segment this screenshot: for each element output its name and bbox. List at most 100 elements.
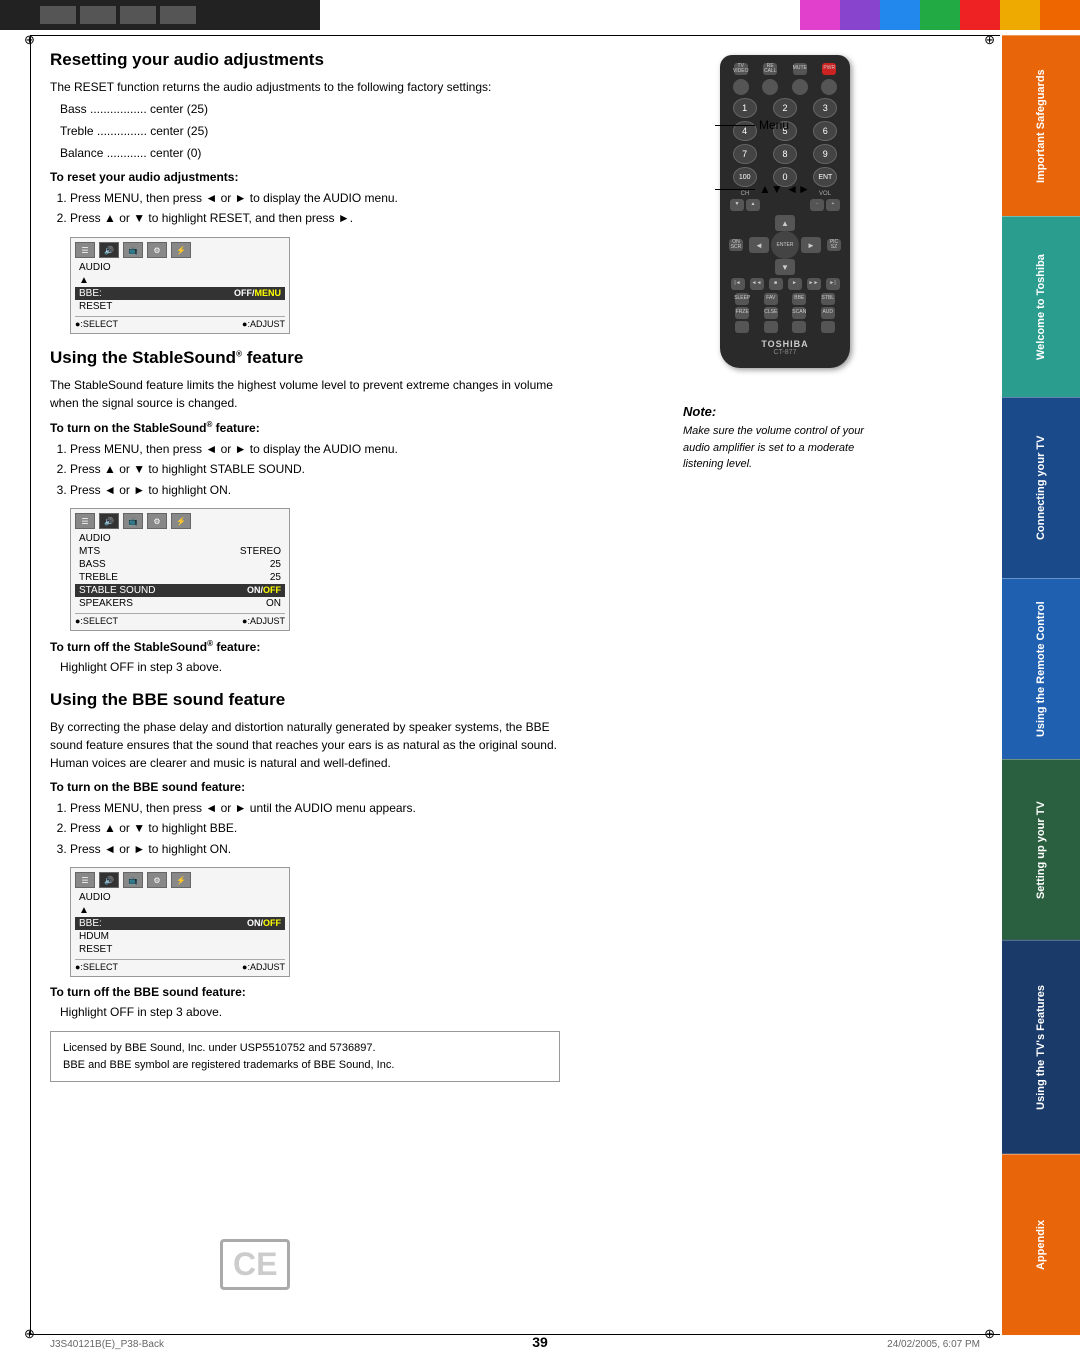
remote-btn-recall: RECALL: [763, 63, 777, 75]
remote-extra-row1: SLEEP FAV BBE STBL: [728, 293, 842, 305]
licensed-line2: BBE and BBE symbol are registered tradem…: [63, 1057, 547, 1074]
remote-btn-rew: ◄◄: [750, 278, 764, 290]
menu-annotation-text: Menu: [759, 118, 789, 132]
top-block-2: [80, 6, 116, 24]
sidebar-tab-connecting[interactable]: Connecting your TV: [1002, 397, 1080, 578]
sidebar-tab-appendix[interactable]: Appendix: [1002, 1154, 1080, 1335]
remote-btn-fav: FAV: [764, 293, 778, 305]
menu-icon-1e: ⚡: [171, 242, 191, 258]
remote-btn-audio: AUD: [821, 307, 835, 319]
sidebar-tab-setting[interactable]: Setting up your TV: [1002, 759, 1080, 940]
section2-steps: Press MENU, then press ◄ or ► to display…: [70, 439, 560, 500]
section2-step-3: Press ◄ or ► to highlight ON.: [70, 480, 560, 500]
color-block-5: [960, 0, 1000, 30]
nav-annotation-text: ▲▼ ◄►: [759, 182, 810, 196]
remote-btn-c1: [733, 79, 749, 95]
section1-title: Resetting your audio adjustments: [50, 50, 560, 70]
remote-btn-r4: [821, 321, 835, 333]
sidebar-tab-features[interactable]: Using the TV's Features: [1002, 940, 1080, 1154]
sidebar-tab-safeguards[interactable]: Important Safeguards: [1002, 35, 1080, 216]
remote-nav-down: ▼: [775, 259, 795, 275]
menu-row-2-treble: TREBLE25: [75, 571, 285, 584]
sidebar-tab-welcome[interactable]: Welcome to Toshiba: [1002, 216, 1080, 397]
remote-btn-c4: [821, 79, 837, 95]
section3-intro: By correcting the phase delay and distor…: [50, 718, 560, 772]
setting-balance: Balance ............ center (0): [60, 144, 560, 162]
menu-icon-3c: 📺: [123, 872, 143, 888]
section2-intro: The StableSound feature limits the highe…: [50, 376, 560, 412]
menu-box-1: ☰ 🔊 📺 ⚙ ⚡ AUDIO ▲ BBE:OFF/MENU RESET ●:S…: [70, 237, 290, 334]
menu-row-3-arrow: ▲: [75, 904, 285, 917]
section2-off-text: Highlight OFF in step 3 above.: [60, 658, 560, 676]
remote-btn-scan: SCAN: [792, 307, 806, 319]
remote-circle-row: [726, 79, 844, 95]
menu-row-3-audio: AUDIO: [75, 891, 285, 904]
nav-annotation-line: ▲▼ ◄►: [715, 182, 935, 196]
section2-step-label: To turn on the StableSound® feature:: [50, 420, 560, 435]
remote-num-1: 1: [733, 98, 757, 118]
remote-extra-row3: [728, 321, 842, 333]
menu-footer-2: ●:SELECT ●:ADJUST: [75, 613, 285, 626]
menu-icon-2d: ⚙: [147, 513, 167, 529]
remote-btn-prev: |◄: [731, 278, 745, 290]
top-bar-left: [0, 0, 320, 30]
section2-off-label: To turn off the StableSound® feature:: [50, 639, 560, 654]
menu-icon-3a: ☰: [75, 872, 95, 888]
annotation-line-nav: [715, 189, 755, 190]
color-block-6: [1000, 0, 1040, 30]
right-column: TVVIDEO RECALL MUTE PWR 1 2 3 4: [580, 40, 990, 1320]
menu-row-2-audio: AUDIO: [75, 532, 285, 545]
page-border-left: [30, 35, 31, 1335]
remote-btn-r3: [792, 321, 806, 333]
left-column: Resetting your audio adjustments The RES…: [40, 40, 580, 1320]
menu-icon-1b: 🔊: [99, 242, 119, 258]
menu-row-3-bbe: BBE:ON/OFF: [75, 917, 285, 930]
remote-btn-sleep: SLEEP: [735, 293, 749, 305]
menu-row-2-bass: BASS25: [75, 558, 285, 571]
remote-annotations: Menu ▲▼ ◄►: [715, 118, 935, 196]
top-bar-right: [800, 0, 1080, 30]
menu-annotation-line: Menu: [715, 118, 935, 132]
remote-btn-stable: STBL: [821, 293, 835, 305]
page-border-bottom: [30, 1334, 1000, 1335]
remote-ch-down: ▼: [730, 199, 744, 211]
sidebar-tab-remote[interactable]: Using the Remote Control: [1002, 578, 1080, 759]
remote-container: TVVIDEO RECALL MUTE PWR 1 2 3 4: [635, 55, 935, 196]
remote-nav-left: ◄: [749, 237, 769, 253]
setting-treble: Treble ............... center (25): [60, 122, 560, 140]
section3-step-3: Press ◄ or ► to highlight ON.: [70, 839, 560, 859]
top-bar: [0, 0, 1080, 30]
remote-vol-down: -: [810, 199, 824, 211]
remote-num-3: 3: [813, 98, 837, 118]
page-number: 39: [532, 1334, 548, 1350]
menu-footer-3: ●:SELECT ●:ADJUST: [75, 959, 285, 972]
section1-steps: Press MENU, then press ◄ or ► to display…: [70, 188, 560, 229]
menu-icon-2a: ☰: [75, 513, 95, 529]
remote-btn-freeze: FRZE: [735, 307, 749, 319]
menu-row-2-mts: MTSSTEREO: [75, 545, 285, 558]
menu-row-1-reset: RESET: [75, 300, 285, 313]
menu-row-1-arrow: ▲: [75, 274, 285, 287]
remote-brand-label: TOSHIBA: [726, 339, 844, 349]
remote-btn-onscreen: ONSCR: [729, 239, 743, 251]
remote-btn-play: ►: [788, 278, 802, 290]
remote-nav-up: ▲: [775, 215, 795, 231]
color-block-3: [880, 0, 920, 30]
remote-btn-picsize: PICSZ: [827, 239, 841, 251]
menu-row-2-stable: STABLE SOUNDON/OFF: [75, 584, 285, 597]
annotation-line-menu: [715, 125, 755, 126]
footer-right: 24/02/2005, 6:07 PM: [887, 1339, 980, 1350]
top-block-4: [160, 6, 196, 24]
menu-icon-1a: ☰: [75, 242, 95, 258]
menu-row-3-reset: RESET: [75, 943, 285, 956]
top-block-3: [120, 6, 156, 24]
section1-step-1: Press MENU, then press ◄ or ► to display…: [70, 188, 560, 208]
page-border-top: [30, 35, 1000, 36]
color-block-4: [920, 0, 960, 30]
note-box: Note: Make sure the volume control of yo…: [675, 396, 895, 481]
remote-control: TVVIDEO RECALL MUTE PWR 1 2 3 4: [720, 55, 850, 368]
remote-nav-center: ENTER: [771, 231, 799, 259]
menu-row-1-bbe: BBE:OFF/MENU: [75, 287, 285, 300]
remote-extra-row2: FRZE CLSE SCAN AUD: [728, 307, 842, 319]
remote-btn-r2: [764, 321, 778, 333]
